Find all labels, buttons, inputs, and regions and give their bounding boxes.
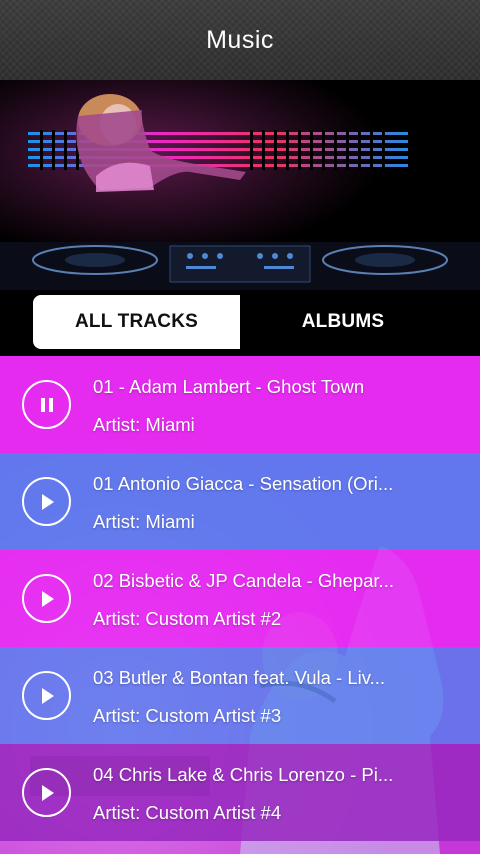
play-icon [41, 784, 54, 801]
track-row[interactable]: 01 - Adam Lambert - Ghost Town Artist: M… [0, 356, 480, 453]
play-button[interactable] [22, 477, 71, 526]
track-title: 04 Chris Lake & Chris Lorenzo - Pi... [93, 764, 394, 785]
tab-albums[interactable]: ALBUMS [240, 295, 446, 349]
pause-icon [40, 397, 53, 412]
play-button[interactable] [22, 574, 71, 623]
track-title: 03 Butler & Bontan feat. Vula - Liv... [93, 667, 386, 688]
track-row[interactable]: 03 Butler & Bontan feat. Vula - Liv... A… [0, 647, 480, 744]
track-row[interactable]: 02 Bisbetic & JP Candela - Ghepar... Art… [0, 550, 480, 647]
track-row[interactable]: 04 Chris Lake & Chris Lorenzo - Pi... Ar… [0, 744, 480, 841]
track-artist: Artist: Custom Artist #2 [93, 608, 282, 629]
app-header: Music [0, 0, 480, 80]
tab-all-tracks[interactable]: ALL TRACKS [33, 295, 240, 349]
play-button[interactable] [22, 768, 71, 817]
track-artist: Artist: Miami [93, 511, 195, 532]
play-icon [41, 590, 54, 607]
track-title: 02 Bisbetic & JP Candela - Ghepar... [93, 570, 394, 591]
track-artist: Artist: Custom Artist #3 [93, 705, 282, 726]
track-list: 01 - Adam Lambert - Ghost Town Artist: M… [0, 356, 480, 854]
pause-button[interactable] [22, 380, 71, 429]
track-artist: Artist: Custom Artist #4 [93, 802, 282, 823]
track-row[interactable]: 01 Antonio Giacca - Sensation (Ori... Ar… [0, 453, 480, 550]
play-icon [41, 493, 54, 510]
track-title: 01 Antonio Giacca - Sensation (Ori... [93, 473, 394, 494]
track-artist: Artist: Miami [93, 414, 195, 435]
play-button[interactable] [22, 671, 71, 720]
tab-bar: ALL TRACKS ALBUMS [0, 290, 480, 356]
play-icon [41, 687, 54, 704]
header-banner-image [0, 80, 480, 290]
page-title: Music [206, 25, 274, 54]
track-title: 01 - Adam Lambert - Ghost Town [93, 376, 365, 397]
